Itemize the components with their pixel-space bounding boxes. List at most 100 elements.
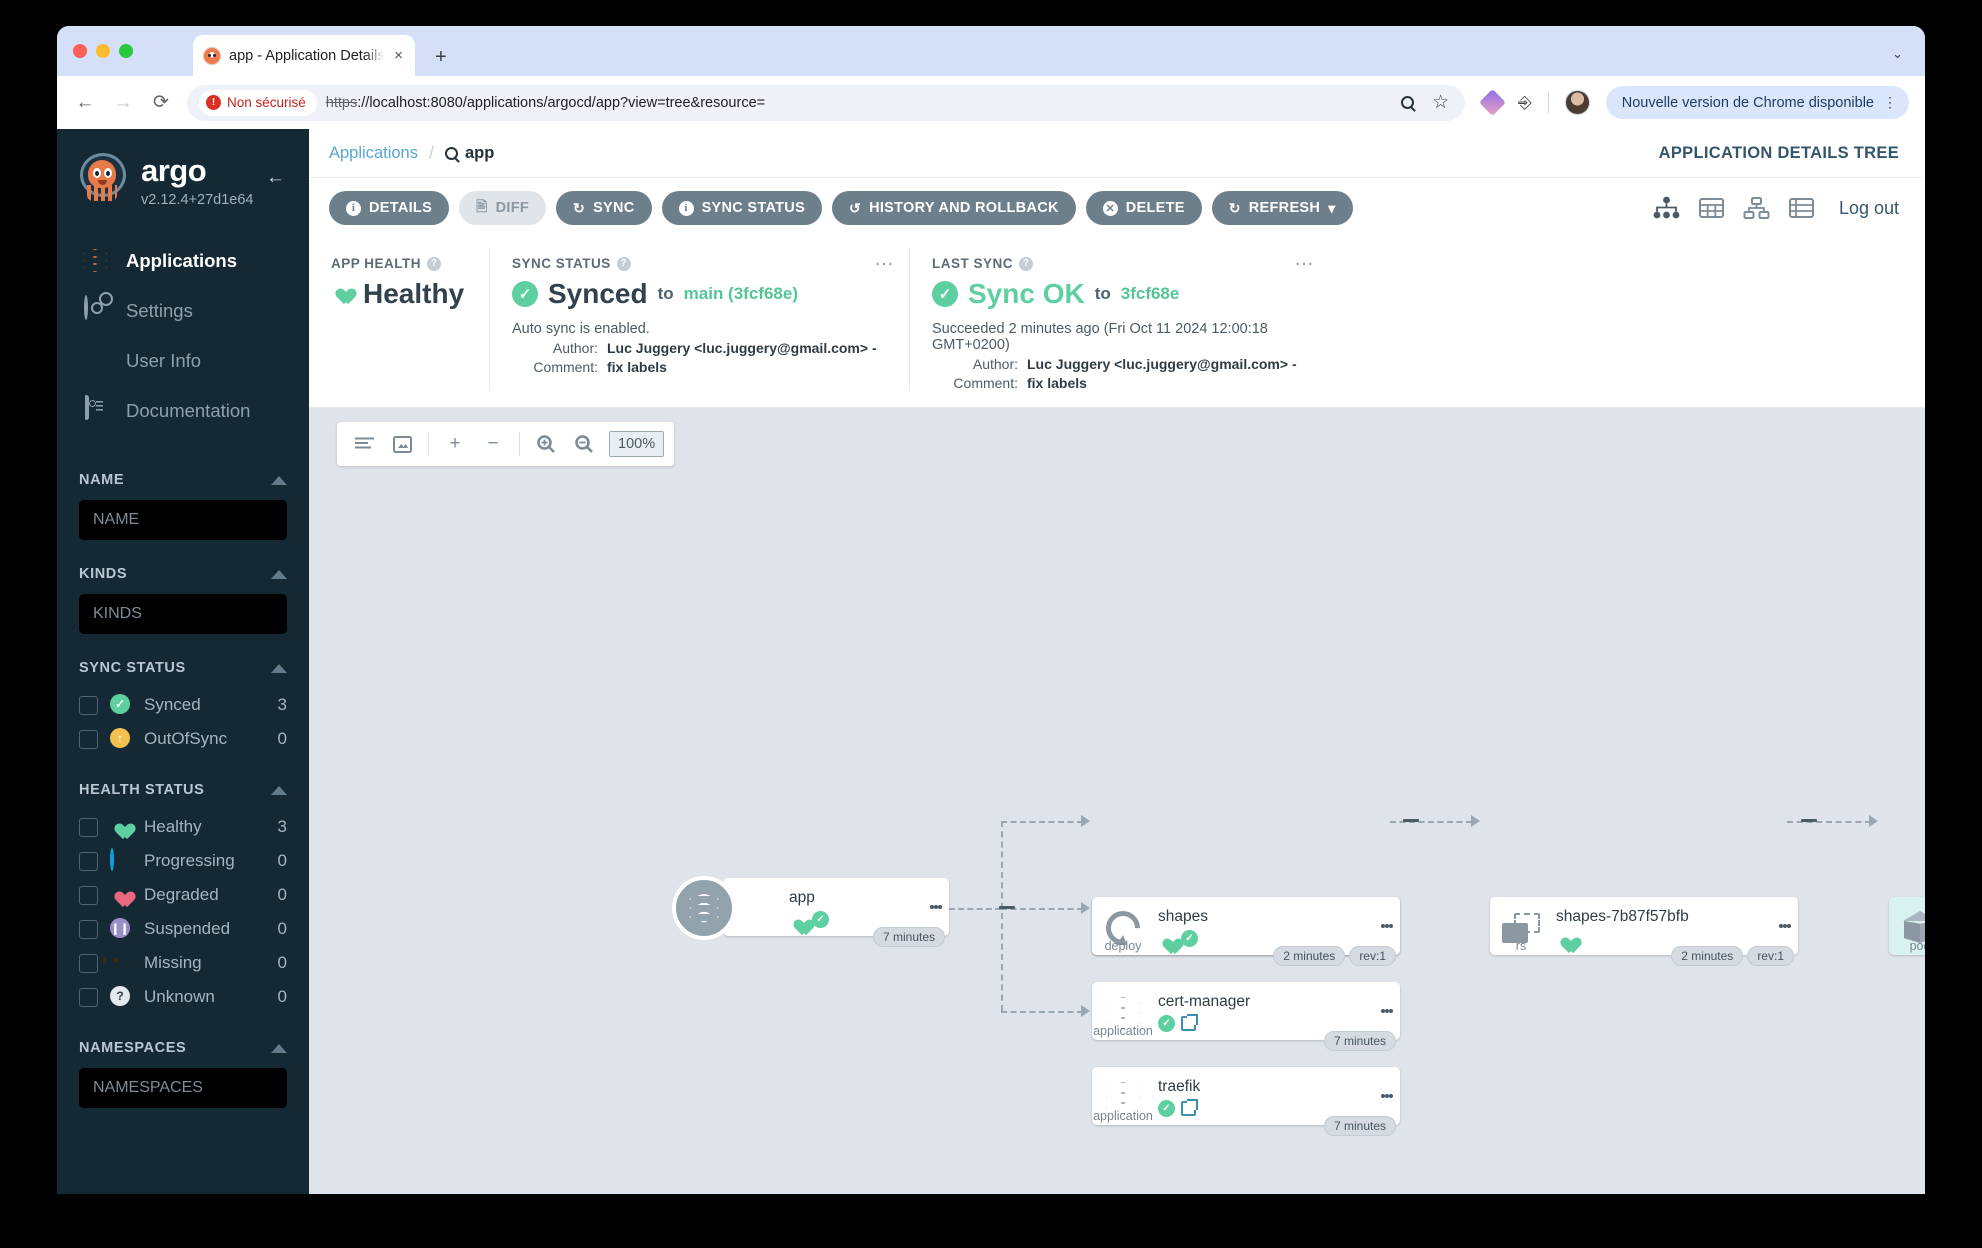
breadcrumb-applications-link[interactable]: Applications: [329, 144, 418, 163]
gemini-icon[interactable]: [1479, 89, 1507, 116]
tree-view-icon[interactable]: [1653, 196, 1680, 220]
filter-option-outofsync[interactable]: ↑ OutOfSync 0: [79, 722, 287, 756]
help-icon[interactable]: ?: [1019, 256, 1034, 271]
checkbox[interactable]: [79, 817, 98, 837]
details-button[interactable]: i DETAILS: [329, 191, 450, 225]
filter-header-name[interactable]: NAME: [79, 472, 287, 488]
maximize-window-button[interactable]: [119, 44, 133, 58]
filter-option-count: 0: [277, 851, 287, 870]
zoom-plus-button[interactable]: +: [438, 427, 472, 461]
name-filter-input[interactable]: [79, 500, 287, 540]
checkbox[interactable]: [79, 729, 98, 749]
logout-link[interactable]: Log out: [1839, 198, 1899, 219]
history-and-rollback-button[interactable]: ↺ HISTORY AND ROLLBACK: [832, 191, 1076, 225]
external-link-icon[interactable]: [1181, 1099, 1198, 1116]
collapse-sidebar-icon[interactable]: ←: [266, 167, 285, 189]
view-switcher: Log out: [1653, 196, 1899, 220]
kinds-filter-input[interactable]: [79, 594, 287, 634]
profile-avatar[interactable]: [1564, 90, 1590, 115]
diff-button[interactable]: 🖹 DIFF: [459, 191, 547, 225]
checkbox[interactable]: [79, 885, 98, 905]
sync-status-button[interactable]: i SYNC STATUS: [661, 191, 823, 225]
filter-option-progressing[interactable]: Progressing 0: [79, 844, 287, 878]
app-root-icon[interactable]: [672, 876, 736, 940]
tree-node-traefik[interactable]: application traefik ✓ 7 minutes: [1092, 1067, 1400, 1136]
chevron-up-icon[interactable]: [271, 785, 287, 795]
sync-revision-link[interactable]: main (3fcf68e): [684, 284, 798, 304]
chevron-down-icon[interactable]: ▾: [1328, 200, 1335, 217]
align-left-icon[interactable]: [347, 427, 381, 461]
checkbox[interactable]: [79, 695, 98, 715]
browser-menu-icon[interactable]: ⋮: [1883, 95, 1897, 109]
browser-tab[interactable]: app - Application Details Tree ×: [193, 35, 415, 76]
fit-to-screen-icon[interactable]: [385, 427, 419, 461]
address-bar[interactable]: ! Non sécurisé https://localhost:8080/ap…: [187, 84, 1466, 121]
delete-button[interactable]: ✕ DELETE: [1085, 191, 1202, 225]
tree-node-shapes-rs[interactable]: rs shapes-7b87f57bfb 2 minutes rev:1: [1490, 897, 1798, 966]
filter-option-label: OutOfSync: [144, 729, 228, 748]
help-icon[interactable]: ?: [616, 256, 631, 271]
sidebar-item-documentation[interactable]: Documentation: [57, 386, 309, 436]
close-tab-icon[interactable]: ×: [392, 47, 405, 64]
namespaces-filter-input[interactable]: [79, 1068, 287, 1108]
card-menu-icon[interactable]: …: [874, 249, 895, 269]
sidebar-item-settings[interactable]: Settings: [57, 286, 309, 336]
site-security-chip[interactable]: ! Non sécurisé: [199, 89, 317, 116]
filter-option-suspended[interactable]: ❙❙ Suspended 0: [79, 912, 287, 946]
arrow-icon: [1081, 1005, 1090, 1017]
refresh-button[interactable]: ↻ REFRESH ▾: [1211, 191, 1353, 225]
checkbox[interactable]: [79, 987, 98, 1007]
close-window-button[interactable]: [73, 44, 87, 58]
chevron-up-icon[interactable]: [271, 475, 287, 485]
filter-option-label: Missing: [144, 953, 202, 972]
zoom-minus-button[interactable]: −: [476, 427, 510, 461]
chevron-up-icon[interactable]: [271, 663, 287, 673]
card-menu-icon[interactable]: …: [1294, 249, 1315, 269]
sidebar-item-applications[interactable]: Applications: [57, 236, 309, 286]
checkbox[interactable]: [79, 953, 98, 973]
filter-header-health-status[interactable]: HEALTH STATUS: [79, 782, 287, 798]
list-view-icon[interactable]: [1788, 196, 1815, 220]
zoom-out-icon[interactable]: [567, 427, 601, 461]
zoom-in-icon[interactable]: [1401, 96, 1415, 109]
filter-option-degraded[interactable]: Degraded 0: [79, 878, 287, 912]
checkbox[interactable]: [79, 919, 98, 939]
chevron-up-icon[interactable]: [271, 1043, 287, 1053]
forward-button[interactable]: →: [111, 92, 135, 114]
bookmark-star-icon[interactable]: ☆: [1432, 91, 1449, 114]
filter-option-synced[interactable]: ✓ Synced 3: [79, 688, 287, 722]
chrome-update-button[interactable]: Nouvelle version de Chrome disponible ⋮: [1605, 86, 1909, 119]
checkbox[interactable]: [79, 851, 98, 871]
back-button[interactable]: ←: [73, 92, 97, 114]
tree-node-shapes-deploy-card[interactable]: deploy shapes ✓ 2 minutes rev:1: [1092, 897, 1400, 966]
network-view-icon[interactable]: [1743, 196, 1770, 220]
sync-button[interactable]: ↻ SYNC: [556, 191, 652, 225]
application-tree-canvas[interactable]: + − 100% app ✓ 7 minutes deploy shapes ✓…: [309, 408, 1925, 1194]
filter-header-sync-status[interactable]: SYNC STATUS: [79, 660, 287, 676]
tree-node-app[interactable]: app ✓ 7 minutes: [723, 878, 949, 947]
collapse-toggle[interactable]: [999, 906, 1015, 909]
filter-option-unknown[interactable]: ? Unknown 0: [79, 980, 287, 1014]
zoom-level-value[interactable]: 100%: [609, 431, 665, 457]
tab-search-chevron-down-icon[interactable]: ⌄: [1892, 46, 1903, 62]
minimize-window-button[interactable]: [96, 44, 110, 58]
zoom-in-icon[interactable]: [529, 427, 563, 461]
card-title: APP HEALTH ?: [331, 256, 463, 271]
chevron-up-icon[interactable]: [271, 569, 287, 579]
pods-grid-icon[interactable]: [1698, 196, 1725, 220]
new-tab-button[interactable]: +: [435, 46, 447, 69]
filter-option-healthy[interactable]: Healthy 3: [79, 810, 287, 844]
filter-header-kinds[interactable]: KINDS: [79, 566, 287, 582]
help-icon[interactable]: ?: [427, 256, 442, 271]
reload-button[interactable]: ⟳: [149, 91, 173, 114]
collapse-toggle[interactable]: [1801, 819, 1817, 822]
last-sync-revision-link[interactable]: 3fcf68e: [1121, 284, 1180, 304]
extensions-puzzle-icon[interactable]: ⎆: [1518, 93, 1532, 113]
filter-option-missing[interactable]: Missing 0: [79, 946, 287, 980]
collapse-toggle[interactable]: [1403, 819, 1419, 822]
filter-header-namespaces[interactable]: NAMESPACES: [79, 1040, 287, 1056]
sidebar-item-user-info[interactable]: User Info: [57, 336, 309, 386]
external-link-icon[interactable]: [1181, 1014, 1198, 1031]
tree-node-shapes-pod[interactable]: pod shapes-7b87f57bfb-7lqph 2 minutes ru…: [1889, 897, 1925, 955]
tree-node-cert-manager[interactable]: application cert-manager ✓ 7 minutes: [1092, 982, 1400, 1051]
